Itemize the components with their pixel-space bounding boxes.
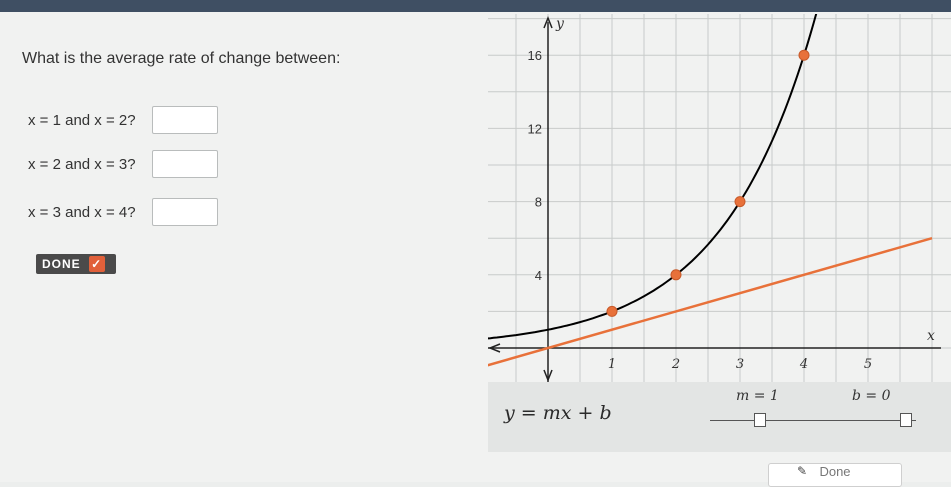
y-tick-label: 8 <box>535 195 542 210</box>
graph-plot: 4812161 2 3 4 5 y x <box>488 14 951 382</box>
m-slider-handle[interactable] <box>754 413 766 427</box>
data-point <box>606 305 618 317</box>
question-row-1-label: x = 1 and x = 2? <box>28 111 136 129</box>
data-point <box>670 269 682 281</box>
question-row-2: x = 2 and x = 3? <box>28 150 218 178</box>
y-axis-label: y <box>555 16 565 32</box>
top-bar <box>0 0 951 12</box>
y-tick-label: 12 <box>528 121 542 136</box>
question-row-1: x = 1 and x = 2? <box>28 106 218 134</box>
x-tick-label: 2 <box>671 357 680 372</box>
m-slider-label: m = 1 <box>736 388 779 404</box>
equation-text: y = mx + b <box>504 402 612 424</box>
x-axis-label: x <box>927 328 935 344</box>
done-button-label: DONE <box>42 257 81 271</box>
y-tick-label: 4 <box>535 268 542 283</box>
answer-input-3[interactable] <box>151 198 218 226</box>
footer-done-button[interactable]: ✎ Done <box>768 463 902 487</box>
b-slider-handle[interactable] <box>900 413 912 427</box>
equation-panel: y = mx + b m = 1 b = 0 <box>488 382 951 452</box>
x-tick-label: 5 <box>864 357 872 372</box>
y-tick-label: 16 <box>528 48 542 63</box>
footer-done-label: Done <box>819 464 851 479</box>
question-prompt: What is the average rate of change betwe… <box>22 50 341 67</box>
linear-line <box>488 236 933 367</box>
question-row-2-label: x = 2 and x = 3? <box>28 155 136 173</box>
data-point <box>798 49 810 61</box>
x-tick-label: 4 <box>799 357 808 372</box>
answer-input-2[interactable] <box>151 150 218 178</box>
question-row-3-label: x = 3 and x = 4? <box>28 203 136 221</box>
data-point <box>734 196 746 208</box>
question-row-3: x = 3 and x = 4? <box>28 198 218 226</box>
tick-labels: 4812161 2 3 4 5 <box>528 48 873 372</box>
done-button[interactable]: DONE ✓ <box>36 254 116 274</box>
x-tick-label: 1 <box>608 357 616 372</box>
m-slider-track[interactable] <box>710 420 836 421</box>
answer-input-1[interactable] <box>151 106 218 134</box>
check-icon: ✓ <box>88 256 105 272</box>
pencil-icon: ✎ <box>797 464 808 478</box>
b-slider-label: b = 0 <box>852 388 891 404</box>
x-tick-label: 3 <box>736 357 744 372</box>
